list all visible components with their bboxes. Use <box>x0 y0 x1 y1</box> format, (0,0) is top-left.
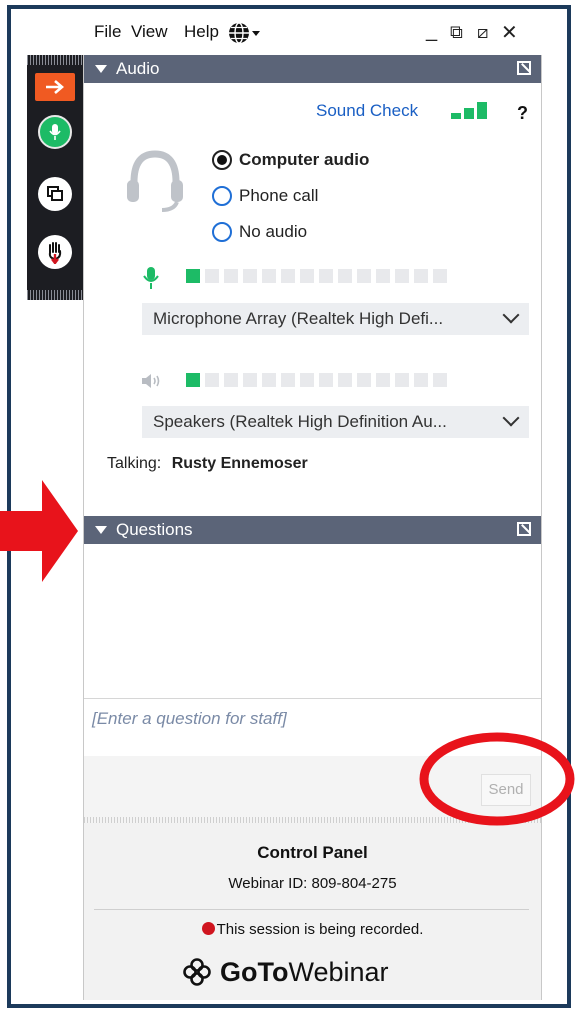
menu-file[interactable]: File <box>94 22 121 42</box>
left-dock <box>27 55 83 300</box>
radio-no-audio[interactable] <box>212 222 232 242</box>
level-segment <box>433 373 447 387</box>
option-phone-call[interactable]: Phone call <box>212 183 318 209</box>
screen-share-button[interactable] <box>35 174 75 214</box>
level-segment <box>224 373 238 387</box>
level-segment <box>414 269 428 283</box>
menu-help[interactable]: Help <box>184 22 219 42</box>
speaker-device-value: Speakers (Realtek High Definition Au... <box>153 412 447 431</box>
menu-view[interactable]: View <box>131 22 168 42</box>
restore-icon[interactable]: ⧉ <box>450 22 463 43</box>
brand-goto: GoTo <box>220 956 289 987</box>
dock-grip-top[interactable] <box>27 55 83 65</box>
headset-icon <box>127 150 183 212</box>
collapse-panel-button[interactable] <box>35 73 75 101</box>
microphone-button[interactable] <box>35 112 75 152</box>
level-segment <box>319 269 333 283</box>
speaker-icon <box>142 374 160 388</box>
questions-section-header[interactable]: Questions <box>84 516 541 544</box>
level-segment <box>414 373 428 387</box>
recording-dot-icon <box>201 922 215 935</box>
level-segment <box>338 373 352 387</box>
collapse-triangle-icon[interactable] <box>95 526 107 534</box>
menu-bar: File View Help _ ⧉ ⧄ ✕ <box>88 18 542 52</box>
control-panel: Audio Sound Check ? Computer audio Phone… <box>83 55 542 1000</box>
level-segment <box>243 269 257 283</box>
chevron-down-icon <box>502 409 520 427</box>
talking-indicator: Talking: Rusty Ennemoser <box>107 455 308 473</box>
option-no-audio[interactable]: No audio <box>212 219 307 245</box>
level-segment <box>338 269 352 283</box>
screen-share-icon <box>38 177 72 211</box>
annotation-circle-icon <box>419 732 575 826</box>
sound-check-link[interactable]: Sound Check <box>316 101 418 121</box>
option-label: Computer audio <box>239 150 370 169</box>
popout-section-icon[interactable] <box>517 522 531 536</box>
popout-icon[interactable]: ⧄ <box>477 22 488 43</box>
language-globe-icon[interactable] <box>228 21 262 45</box>
webinar-id: Webinar ID: 809-804-275 <box>228 875 397 892</box>
signal-strength-icon <box>451 102 487 119</box>
arrow-right-icon <box>46 80 64 94</box>
audio-section-title: Audio <box>116 59 160 78</box>
microphone-device-value: Microphone Array (Realtek High Defi... <box>153 309 444 328</box>
brand-webinar: Webinar <box>288 956 389 987</box>
annotation-arrow-icon <box>0 480 78 582</box>
level-segment <box>205 269 219 283</box>
gotowebinar-logo: GoTo Webinar <box>182 955 389 989</box>
radio-computer-audio[interactable] <box>212 150 232 170</box>
questions-section-title: Questions <box>116 520 193 539</box>
microphone-select[interactable]: Microphone Array (Realtek High Defi... <box>142 303 529 335</box>
level-segment <box>300 269 314 283</box>
level-segment <box>262 373 276 387</box>
level-segment <box>262 269 276 283</box>
speaker-select[interactable]: Speakers (Realtek High Definition Au... <box>142 406 529 438</box>
level-segment <box>281 373 295 387</box>
microphone-level-meter <box>186 269 447 287</box>
collapse-triangle-icon[interactable] <box>95 65 107 73</box>
level-segment <box>395 269 409 283</box>
speaker-level-meter <box>186 373 447 391</box>
dock-grip-bottom[interactable] <box>27 290 83 300</box>
popout-section-icon[interactable] <box>517 61 531 75</box>
question-placeholder: [Enter a question for staff] <box>92 709 287 728</box>
flower-logo-icon <box>183 958 211 986</box>
option-computer-audio[interactable]: Computer audio <box>212 147 369 173</box>
level-segment <box>376 373 390 387</box>
questions-log <box>84 545 541 695</box>
level-segment <box>357 373 371 387</box>
minimize-icon[interactable]: _ <box>426 20 437 43</box>
level-segment <box>395 373 409 387</box>
microphone-icon <box>38 115 72 149</box>
level-segment <box>224 269 238 283</box>
level-segment <box>243 373 257 387</box>
footer: Control Panel Webinar ID: 809-804-275 Th… <box>84 823 541 1000</box>
divider <box>94 909 529 910</box>
level-segment <box>186 373 200 387</box>
level-segment <box>357 269 371 283</box>
level-segment <box>186 269 200 283</box>
audio-section-header[interactable]: Audio <box>84 55 541 83</box>
talking-name: Rusty Ennemoser <box>171 455 308 472</box>
level-segment <box>281 269 295 283</box>
control-panel-title: Control Panel <box>257 843 368 862</box>
level-segment <box>376 269 390 283</box>
level-segment <box>319 373 333 387</box>
microphone-level-icon <box>143 267 159 289</box>
level-segment <box>300 373 314 387</box>
option-label: Phone call <box>239 186 319 205</box>
option-label: No audio <box>239 222 308 241</box>
recording-text: This session is being recorded. <box>216 921 424 938</box>
raise-hand-button[interactable] <box>35 232 75 272</box>
radio-phone-call[interactable] <box>212 186 232 206</box>
talking-label: Talking: <box>107 455 162 472</box>
audio-help-button[interactable]: ? <box>517 103 528 124</box>
recording-notice: This session is being recorded. <box>84 921 541 938</box>
close-icon[interactable]: ✕ <box>501 20 518 45</box>
level-segment <box>433 269 447 283</box>
raise-hand-icon <box>38 235 72 269</box>
level-segment <box>205 373 219 387</box>
chevron-down-icon <box>502 306 520 324</box>
